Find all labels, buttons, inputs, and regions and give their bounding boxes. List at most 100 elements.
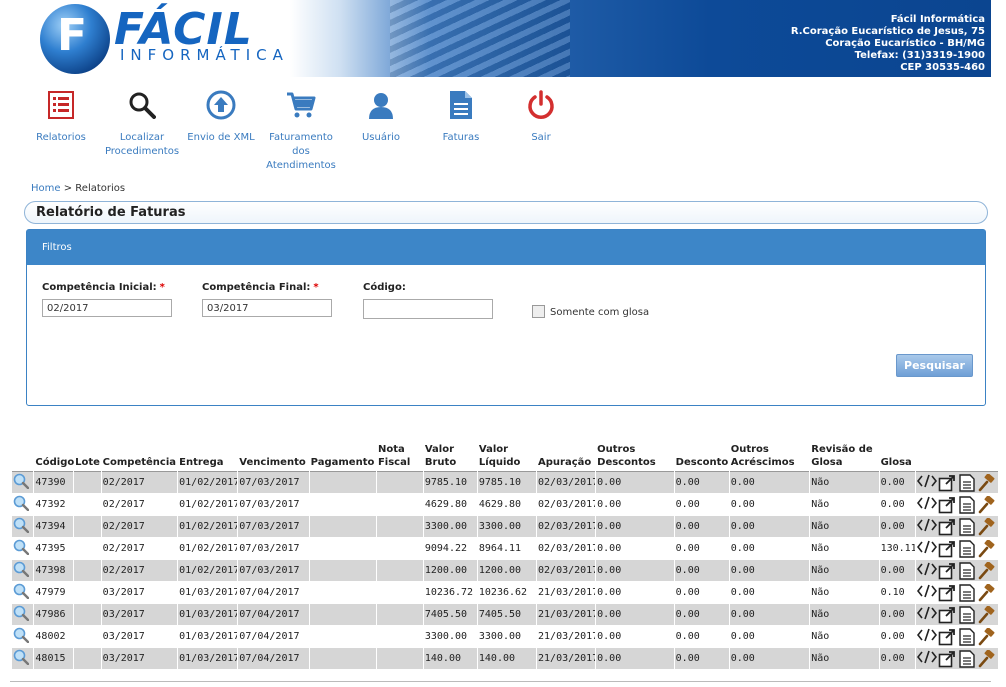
company-line: Coração Eucarístico - BH/MG <box>825 38 985 49</box>
breadcrumb-home[interactable]: Home <box>31 183 61 194</box>
actions-cell <box>916 626 998 648</box>
nav-faturamento[interactable]: Faturamento dos Atendimentos <box>261 85 341 173</box>
cell-outros-acrescimos: 0.00 <box>729 516 810 538</box>
gavel-icon[interactable] <box>977 626 997 646</box>
view-cell[interactable] <box>12 648 34 670</box>
view-cell[interactable] <box>12 582 34 604</box>
external-link-icon[interactable] <box>937 540 957 558</box>
document-icon[interactable] <box>957 517 977 536</box>
codigo-input[interactable] <box>363 299 493 319</box>
glosa-checkbox[interactable] <box>532 305 545 318</box>
external-link-icon[interactable] <box>937 650 957 668</box>
cell-nota-fiscal <box>376 604 423 626</box>
breadcrumb-current: Relatorios <box>75 183 126 194</box>
view-cell[interactable] <box>12 626 34 648</box>
xml-code-icon[interactable] <box>917 474 938 492</box>
view-cell[interactable] <box>12 494 34 516</box>
xml-code-icon[interactable] <box>917 584 938 602</box>
comp-final-input[interactable] <box>202 299 332 317</box>
xml-code-icon[interactable] <box>917 562 938 580</box>
cell-outros-descontos: 0.00 <box>596 538 674 560</box>
external-link-icon[interactable] <box>937 606 957 624</box>
view-cell[interactable] <box>12 516 34 538</box>
cell-desconto: 0.00 <box>674 516 729 538</box>
cell-revisao-glosa: Não <box>810 560 879 582</box>
gavel-icon[interactable] <box>977 560 997 580</box>
cell-lote <box>74 604 101 626</box>
filters-header: Filtros <box>27 230 985 265</box>
view-cell[interactable] <box>12 472 34 494</box>
xml-code-icon[interactable] <box>917 606 938 624</box>
actions-cell <box>916 516 998 538</box>
cell-nota-fiscal <box>376 582 423 604</box>
view-cell[interactable] <box>12 560 34 582</box>
document-icon[interactable] <box>957 473 977 492</box>
external-link-icon[interactable] <box>937 496 957 514</box>
magnifier-icon[interactable] <box>13 539 30 556</box>
document-icon[interactable] <box>957 627 977 646</box>
cell-revisao-glosa: Não <box>810 494 879 516</box>
cell-valor-bruto: 9094.22 <box>423 538 477 560</box>
header-banner: F FÁCIL INFORMÁTICA Fácil Informática R.… <box>10 0 991 77</box>
view-cell[interactable] <box>12 538 34 560</box>
company-info: Fácil Informática R.Coração Eucarístico … <box>791 14 985 74</box>
magnifier-icon[interactable] <box>13 649 30 666</box>
cell-desconto: 0.00 <box>674 626 729 648</box>
external-link-icon[interactable] <box>937 474 957 492</box>
magnifier-icon[interactable] <box>13 627 30 644</box>
magnifier-icon[interactable] <box>13 605 30 622</box>
cell-apuracao: 02/03/2017 <box>537 516 596 538</box>
breadcrumb-separator: > <box>63 183 73 194</box>
cell-outros-acrescimos: 0.00 <box>729 494 810 516</box>
gavel-icon[interactable] <box>977 472 997 492</box>
xml-code-icon[interactable] <box>917 628 938 646</box>
nav-faturas[interactable]: Faturas <box>421 85 501 145</box>
nav-localizar[interactable]: Localizar Procedimentos <box>102 85 182 159</box>
document-icon[interactable] <box>957 605 977 624</box>
xml-code-icon[interactable] <box>917 540 938 558</box>
document-icon[interactable] <box>957 561 977 580</box>
search-icon <box>102 85 182 125</box>
document-icon[interactable] <box>957 539 977 558</box>
magnifier-icon[interactable] <box>13 583 30 600</box>
magnifier-icon[interactable] <box>13 473 30 490</box>
brand-subtitle: INFORMÁTICA <box>120 46 289 64</box>
magnifier-icon[interactable] <box>13 561 30 578</box>
actions-cell <box>916 582 998 604</box>
cell-glosa: 0.10 <box>879 582 916 604</box>
external-link-icon[interactable] <box>937 562 957 580</box>
cell-lote <box>74 494 101 516</box>
cell-apuracao: 02/03/2017 <box>537 472 596 494</box>
cell-codigo: 47979 <box>34 582 74 604</box>
cell-lote <box>74 538 101 560</box>
nav-usuario[interactable]: Usuário <box>341 85 421 145</box>
gavel-icon[interactable] <box>977 604 997 624</box>
cell-glosa: 0.00 <box>879 494 916 516</box>
magnifier-icon[interactable] <box>13 517 30 534</box>
comp-inicial-input[interactable] <box>42 299 172 317</box>
cell-vencimento: 07/04/2017 <box>238 582 309 604</box>
nav-label: Relatorios <box>36 132 86 143</box>
document-icon[interactable] <box>957 583 977 602</box>
xml-code-icon[interactable] <box>917 496 938 514</box>
external-link-icon[interactable] <box>937 518 957 536</box>
gavel-icon[interactable] <box>977 516 997 536</box>
nav-relatorios[interactable]: Relatorios <box>21 85 101 145</box>
document-icon[interactable] <box>957 495 977 514</box>
xml-code-icon[interactable] <box>917 518 938 536</box>
gavel-icon[interactable] <box>977 538 997 558</box>
magnifier-icon[interactable] <box>13 495 30 512</box>
external-link-icon[interactable] <box>937 628 957 646</box>
xml-code-icon[interactable] <box>917 650 938 668</box>
nav-sair[interactable]: Sair <box>501 85 581 145</box>
cell-apuracao: 02/03/2017 <box>537 494 596 516</box>
nav-envio-xml[interactable]: Envio de XML <box>181 85 261 145</box>
gavel-icon[interactable] <box>977 582 997 602</box>
gavel-icon[interactable] <box>977 494 997 514</box>
cell-outros-descontos: 0.00 <box>596 626 674 648</box>
view-cell[interactable] <box>12 604 34 626</box>
search-button[interactable]: Pesquisar <box>896 354 973 377</box>
gavel-icon[interactable] <box>977 648 997 668</box>
external-link-icon[interactable] <box>937 584 957 602</box>
document-icon[interactable] <box>957 649 977 668</box>
